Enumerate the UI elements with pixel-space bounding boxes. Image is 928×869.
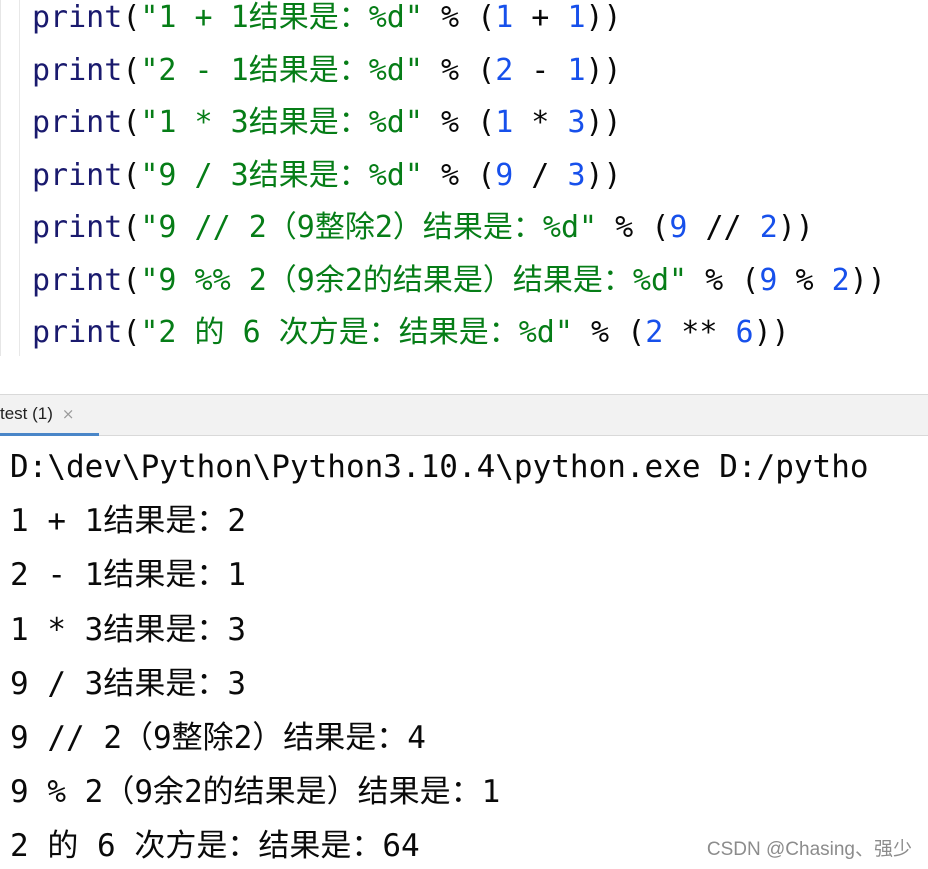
code-token-operator: )) (585, 52, 622, 88)
run-console[interactable]: D:\dev\Python\Python3.10.4\python.exe D:… (0, 436, 928, 869)
code-token-operator: )) (753, 315, 790, 350)
code-line[interactable]: print("2 - 1结果是：%d" % (2 - 1)) (32, 45, 886, 98)
code-token-number: 3 (567, 105, 586, 140)
code-token-function: print (32, 262, 123, 298)
code-line[interactable]: print("9 // 2（9整除2）结果是：%d" % (9 // 2)) (32, 202, 886, 255)
code-token-function: print (32, 52, 123, 88)
panel-spacer (0, 356, 928, 394)
code-token-operator: % ( (597, 210, 670, 245)
code-token-function: print (32, 210, 123, 245)
code-token-operator: // (687, 210, 760, 245)
code-token-operator: % ( (687, 262, 760, 298)
code-token-number: 2 (495, 52, 514, 88)
code-token-string: "9 // 2（9整除2）结果是：%d" (140, 210, 598, 245)
code-token-string: "9 / 3结果是：%d" (140, 157, 423, 193)
code-token-operator: )) (849, 262, 886, 298)
code-token-operator: % (777, 262, 832, 298)
code-token-string: "2 - 1结果是：%d" (140, 52, 423, 88)
code-token-operator: ( (122, 105, 141, 140)
code-token-number: 3 (567, 157, 586, 193)
console-output-line: 1 * 3结果是：3 (10, 611, 246, 648)
code-token-operator: ( (122, 210, 141, 245)
code-token-number: 9 (669, 210, 688, 245)
code-token-number: 1 (567, 52, 586, 88)
run-tab-test[interactable]: test (1) × (0, 395, 99, 436)
code-token-number: 6 (735, 315, 754, 350)
console-command-line: D:\dev\Python\Python3.10.4\python.exe D:… (10, 449, 869, 485)
code-token-number: 1 (495, 105, 514, 140)
code-token-function: print (32, 315, 123, 350)
console-output-line: 9 // 2（9整除2）结果是：4 (10, 720, 426, 757)
code-editor[interactable]: print("1 + 1结果是：%d" % (1 + 1)) print("2 -… (0, 0, 928, 356)
code-token-operator: )) (585, 0, 622, 35)
code-token-operator: * (513, 105, 568, 140)
code-token-operator: )) (585, 105, 622, 140)
code-token-number: 1 (567, 0, 586, 35)
run-tool-window-tabbar: test (1) × (0, 394, 928, 436)
code-line[interactable]: print("1 * 3结果是：%d" % (1 * 3)) (32, 97, 886, 150)
code-token-number: 2 (759, 210, 778, 245)
console-output-line: 1 + 1结果是：2 (10, 503, 246, 540)
code-token-operator: % ( (422, 105, 496, 140)
code-token-operator: ( (122, 52, 141, 88)
code-token-number: 9 (759, 262, 778, 298)
code-token-operator: ( (122, 262, 141, 298)
code-token-operator: % ( (422, 157, 496, 193)
close-icon[interactable]: × (62, 405, 75, 423)
code-token-operator: ( (122, 0, 141, 35)
run-tab-label: test (1) (0, 404, 53, 423)
code-token-string: "2 的 6 次方是：结果是：%d" (140, 315, 573, 350)
code-token-function: print (32, 157, 123, 193)
code-line[interactable]: print("9 %% 2（9余2的结果是）结果是：%d" % (9 % 2)) (32, 255, 886, 308)
code-token-number: 2 (831, 262, 850, 298)
code-token-operator: )) (777, 210, 814, 245)
code-token-function: print (32, 105, 123, 140)
code-token-string: "9 %% 2（9余2的结果是）结果是：%d" (140, 262, 688, 298)
code-token-operator: + (513, 0, 568, 35)
console-output: D:\dev\Python\Python3.10.4\python.exe D:… (10, 440, 869, 869)
code-token-string: "1 * 3结果是：%d" (140, 105, 423, 140)
code-token-operator: )) (585, 157, 622, 193)
console-output-line: 9 / 3结果是：3 (10, 665, 246, 702)
code-token-operator: / (513, 157, 568, 193)
code-token-operator: % ( (572, 315, 646, 350)
code-token-number: 2 (645, 315, 664, 350)
code-token-number: 9 (495, 157, 514, 193)
code-token-string: "1 + 1结果是：%d" (140, 0, 423, 35)
console-output-line: 2 - 1结果是：1 (10, 557, 246, 594)
code-token-number: 1 (495, 0, 514, 35)
gutter-separator (19, 0, 20, 356)
code-token-operator: ** (663, 315, 736, 350)
code-area[interactable]: print("1 + 1结果是：%d" % (1 + 1)) print("2 -… (32, 0, 886, 360)
code-token-operator: ( (122, 157, 141, 193)
code-line[interactable]: print("9 / 3结果是：%d" % (9 / 3)) (32, 150, 886, 203)
code-token-operator: ( (122, 315, 141, 350)
watermark: CSDN @Chasing、强少 (706, 839, 912, 860)
console-output-line: 9 % 2（9余2的结果是）结果是：1 (10, 774, 501, 811)
code-line[interactable]: print("1 + 1结果是：%d" % (1 + 1)) (32, 0, 886, 45)
code-token-operator: % ( (422, 52, 496, 88)
code-token-function: print (32, 0, 123, 35)
code-token-operator: - (513, 52, 568, 88)
code-token-operator: % ( (422, 0, 496, 35)
code-line[interactable]: print("2 的 6 次方是：结果是：%d" % (2 ** 6)) (32, 307, 886, 360)
